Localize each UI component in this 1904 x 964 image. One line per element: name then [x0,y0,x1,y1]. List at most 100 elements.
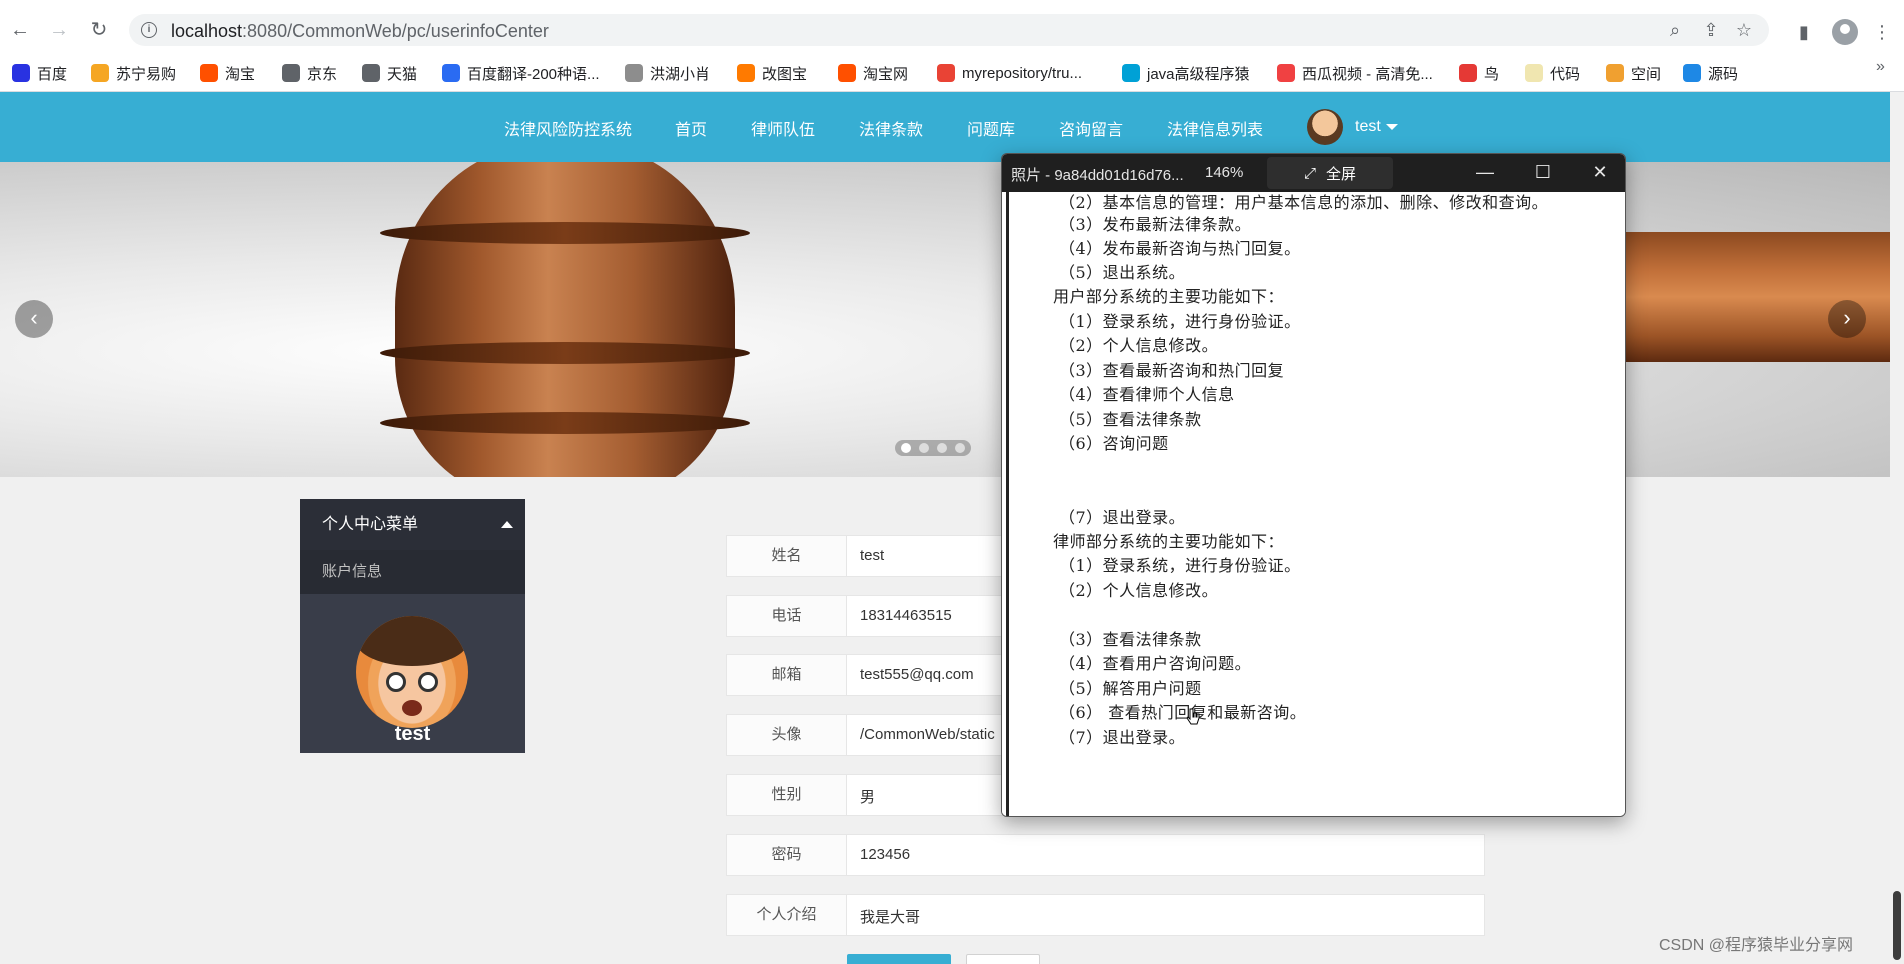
document-text-line: （3）查看法律条款 [1059,630,1202,649]
nav-item-consult[interactable]: 咨询留言 [1059,116,1123,140]
bookmark-item[interactable]: 代码 [1525,62,1580,84]
bookmark-item[interactable]: 京东 [282,62,337,84]
minimize-button[interactable]: — [1471,160,1499,184]
hand-cursor-icon [1186,708,1200,725]
bookmark-item[interactable]: 西瓜视频 - 高清免... [1277,62,1433,84]
bookmark-label: 改图宝 [762,65,808,83]
bookmark-item[interactable]: 淘宝 [200,62,255,84]
bookmark-item[interactable]: 源码 [1683,62,1738,84]
url-text[interactable]: localhost:8080/CommonWeb/pc/userinfoCent… [171,21,549,42]
bookmark-favicon-icon [1122,64,1140,82]
address-bar[interactable]: i localhost:8080/CommonWeb/pc/userinfoCe… [129,14,1769,46]
avatar-eye [418,672,438,692]
bookmark-item[interactable]: myrepository/tru... [937,62,1082,84]
bookmark-label: 西瓜视频 - 高清免... [1302,65,1433,83]
menu-title: 个人中心菜单 [322,516,419,533]
bookmark-label: java高级程序猿 [1147,65,1250,83]
back-icon[interactable]: ← [8,18,32,42]
bookmark-item[interactable]: 百度翻译-200种语... [442,62,600,84]
fullscreen-button[interactable]: ⤢ 全屏 [1267,157,1393,189]
bookmark-item[interactable]: 淘宝网 [838,62,908,84]
bookmark-label: myrepository/tru... [962,64,1083,82]
maximize-button[interactable]: ☐ [1529,160,1557,184]
menu-item-account-info[interactable]: 账户信息 [300,550,525,594]
nav-item-home[interactable]: 首页 [675,116,707,140]
profile-icon[interactable] [1832,19,1858,45]
site-info-icon[interactable]: i [141,22,157,38]
document-text-line: （1）登录系统，进行身份验证。 [1059,312,1301,331]
carousel-indicators [895,440,971,456]
nav-item-lawyers[interactable]: 律师队伍 [751,116,815,140]
password-field[interactable]: 123456 [860,846,910,863]
forward-icon[interactable]: → [47,18,71,42]
bookmark-favicon-icon [838,64,856,82]
bookmark-item[interactable]: 天猫 [362,62,417,84]
intro-field[interactable]: 我是大哥 [860,906,920,927]
bookmark-item[interactable]: 苏宁易购 [91,62,176,84]
document-text-line: （3）发布最新法律条款。 [1059,215,1252,234]
caret-up-icon [501,521,513,528]
avatar-hair [356,616,468,666]
menu-kebab-icon[interactable]: ⋮ [1870,20,1894,44]
document-text-line: （4）查看用户咨询问题。 [1059,654,1252,673]
viewer-zoom-level: 146% [1205,164,1244,181]
viewer-title: 照片 - 9a84dd01d16d76... [1011,167,1184,184]
bookmark-label: 源码 [1708,65,1739,83]
zoom-icon[interactable]: ⌕ [1663,18,1687,42]
gavel-ring [380,342,750,364]
bookmark-label: 代码 [1550,65,1581,83]
submit-button[interactable] [847,954,951,964]
bookmark-label: 百度翻译-200种语... [467,65,600,83]
document-text-line: （4）查看律师个人信息 [1059,385,1235,404]
carousel-dot[interactable] [901,443,911,453]
active-tab-edge [0,0,1904,8]
bookmark-item[interactable]: 空间 [1606,62,1661,84]
carousel-dot[interactable] [919,443,929,453]
gender-field[interactable]: 男 [860,786,875,807]
field-label: 个人介绍 [727,895,847,935]
nav-item-law-clauses[interactable]: 法律条款 [859,116,923,140]
side-panel-icon[interactable]: ▮ [1792,20,1816,44]
reset-button[interactable] [966,954,1040,964]
username-label: test [1355,118,1381,135]
document-text-line: （7）退出登录。 [1059,728,1186,747]
bookmark-favicon-icon [442,64,460,82]
name-field[interactable]: test [860,547,884,564]
browser-toolbar: ← → ↻ i localhost:8080/CommonWeb/pc/user… [0,8,1904,52]
nav-item-law-info[interactable]: 法律信息列表 [1167,116,1263,140]
caret-down-icon [1385,124,1398,130]
bookmark-item[interactable]: 鸟 [1459,62,1499,84]
document-text-line: （2）个人信息修改。 [1059,581,1219,600]
bookmark-favicon-icon [737,64,755,82]
user-dropdown[interactable]: test [1307,109,1398,145]
bookmark-label: 空间 [1631,65,1662,83]
photo-viewer-window: 照片 - 9a84dd01d16d76... 146% ⤢ 全屏 — ☐ ✕ （2… [1001,153,1626,817]
bookmarks-more-icon[interactable]: » [1876,58,1885,76]
viewer-titlebar[interactable]: 照片 - 9a84dd01d16d76... 146% ⤢ 全屏 — ☐ ✕ [1002,154,1625,192]
document-edge [1006,192,1009,816]
bookmark-star-icon[interactable]: ☆ [1732,18,1756,42]
scrollbar-thumb[interactable] [1893,891,1901,960]
page-scrollbar[interactable] [1890,92,1904,960]
email-field[interactable]: test555@qq.com [860,666,974,683]
menu-header[interactable]: 个人中心菜单 [300,499,525,550]
nav-item-questions[interactable]: 问题库 [967,116,1015,140]
carousel-prev-button[interactable]: ‹ [15,300,53,338]
reload-icon[interactable]: ↻ [87,18,111,42]
close-button[interactable]: ✕ [1586,160,1614,184]
nav-item-home-brand[interactable]: 法律风险防控系统 [504,116,632,140]
bookmark-favicon-icon [91,64,109,82]
bookmark-item[interactable]: 改图宝 [737,62,807,84]
avatar-path-field[interactable]: /CommonWeb/static [860,726,995,743]
bookmark-item[interactable]: 百度 [12,62,67,84]
carousel-dot[interactable] [937,443,947,453]
carousel-dot[interactable] [955,443,965,453]
bookmark-item[interactable]: 洪湖小肖 [625,62,710,84]
fullscreen-label: 全屏 [1326,165,1357,183]
carousel-next-button[interactable]: › [1828,300,1866,338]
document-text-line: （5）查看法律条款 [1059,410,1202,429]
phone-field[interactable]: 18314463515 [860,607,952,624]
share-icon[interactable]: ⇪ [1699,18,1723,42]
bookmark-label: 京东 [307,65,338,83]
bookmark-item[interactable]: java高级程序猿 [1122,62,1250,84]
